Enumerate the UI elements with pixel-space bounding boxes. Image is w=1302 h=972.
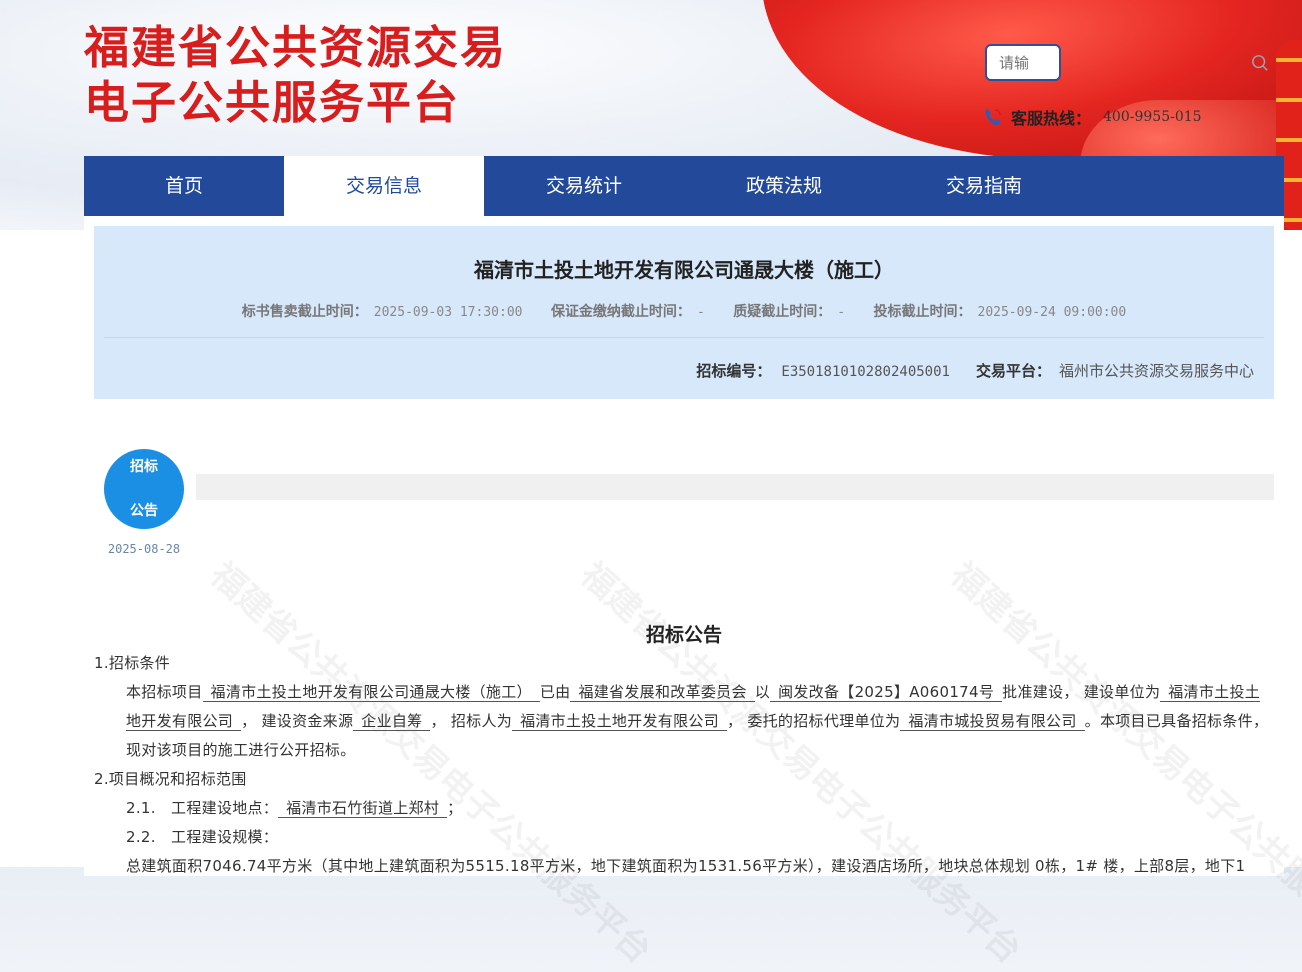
item-number: 2.1. xyxy=(126,799,156,817)
site-title[interactable]: 福建省公共资源交易 电子公共服务平台 xyxy=(84,20,507,130)
text: ， 招标人为 xyxy=(430,712,513,730)
notice-title: 招标公告 xyxy=(645,624,722,646)
section-title: 2.项目概况和招标范围 xyxy=(94,770,247,788)
deadline-value: 2025-09-03 17:30:00 xyxy=(373,305,523,320)
nav-policy[interactable]: 政策法规 xyxy=(684,156,884,216)
item-number: 2.2. xyxy=(126,828,156,846)
deadline-label: 保证金缴纳截止时间： xyxy=(550,304,691,320)
approver-field: 福建省发展和改革委员会 xyxy=(570,683,755,702)
text: 已由 xyxy=(539,683,571,701)
deadline-value: - xyxy=(837,305,846,320)
phone-icon xyxy=(985,109,1001,125)
divider xyxy=(104,337,1264,338)
deadline-item: 保证金缴纳截止时间： - xyxy=(551,304,705,320)
search-icon[interactable] xyxy=(1251,54,1269,72)
search-input[interactable] xyxy=(985,44,1061,81)
stage-label-line1: 招标 xyxy=(130,459,158,475)
nav-guide[interactable]: 交易指南 xyxy=(884,156,1084,216)
text: 批准建设， 建设单位为 xyxy=(1002,683,1161,701)
deadline-value: 2025-09-24 09:00:00 xyxy=(977,305,1127,320)
approval-doc-field: 闽发改备【2025】A060174号 xyxy=(770,683,1003,702)
deadline-item: 投标截止时间： 2025-09-24 09:00:00 xyxy=(874,304,1127,320)
deadline-item: 标书售卖截止时间： 2025-09-03 17:30:00 xyxy=(242,304,523,320)
text: 以 xyxy=(754,683,771,701)
deadline-value: - xyxy=(696,305,705,320)
main-nav: 首页 交易信息 交易统计 政策法规 交易指南 xyxy=(84,156,1284,216)
list-item: 2.1. 工程建设地点： 福清市石竹街道上郑村； xyxy=(94,794,1274,823)
site-title-line1: 福建省公共资源交易 xyxy=(84,21,508,74)
item-label: 工程建设规模： xyxy=(171,828,279,846)
bid-no-value: E3501810102802405001 xyxy=(781,364,950,380)
deadline-item: 质疑截止时间： - xyxy=(733,304,845,320)
text: 本招标项目 xyxy=(126,683,203,701)
item-label: 工程建设地点： xyxy=(171,799,279,817)
notice-body: 1.招标条件 本招标项目 福清市土投土地开发有限公司通晟大楼（施工） 已由 福建省发展… xyxy=(94,649,1274,881)
timeline-bar xyxy=(196,474,1274,500)
stage-date: 2025-08-28 xyxy=(107,542,181,556)
hotline-label: 客服热线： xyxy=(1011,109,1092,128)
deadline-row: 标书售卖截止时间： 2025-09-03 17:30:00 保证金缴纳截止时间： -… xyxy=(94,301,1274,321)
hotline: 客服热线： 400-9955-015 xyxy=(983,105,1202,129)
fund-source-field: 企业自筹 xyxy=(353,712,431,731)
project-name-field: 福清市土投土地开发有限公司通晟大楼（施工） xyxy=(202,683,540,702)
main-content: 福清市土投土地开发有限公司通晟大楼（施工） 标书售卖截止时间： 2025-09-0… xyxy=(84,216,1302,971)
tender-conditions-paragraph: 本招标项目 福清市土投土地开发有限公司通晟大楼（施工） 已由 福建省发展和改革委员会以… xyxy=(94,678,1274,765)
project-title: 福清市土投土地开发有限公司通晟大楼（施工） xyxy=(474,258,894,282)
platform-label: 交易平台： xyxy=(975,362,1051,380)
bid-no-label: 招标编号： xyxy=(696,362,772,380)
text: ， 委托的招标代理单位为 xyxy=(726,712,901,730)
stage-label-line2: 公告 xyxy=(130,503,158,519)
project-meta: 招标编号： E3501810102802405001 交易平台： 福州市公共资源交易服… xyxy=(696,360,1254,381)
deadline-label: 投标截止时间： xyxy=(873,304,972,320)
stage-tender-notice[interactable]: 招标 公告 xyxy=(104,449,184,529)
agent-field: 福清市城投贸易有限公司 xyxy=(900,712,1085,731)
timeline-arrow xyxy=(184,474,196,500)
location-field: 福清市石竹街道上郑村 xyxy=(278,799,448,818)
hotline-number: 400-9955-015 xyxy=(1103,109,1202,125)
section-title: 1.招标条件 xyxy=(94,654,171,672)
nav-trade-stats[interactable]: 交易统计 xyxy=(484,156,684,216)
project-info-panel: 福清市土投土地开发有限公司通晟大楼（施工） 标书售卖截止时间： 2025-09-0… xyxy=(94,226,1274,399)
deadline-label: 质疑截止时间： xyxy=(733,304,832,320)
nav-trade-info[interactable]: 交易信息 xyxy=(284,156,484,216)
text: ； xyxy=(447,799,463,817)
site-title-line2: 电子公共服务平台 xyxy=(84,76,461,129)
deadline-label: 标书售卖截止时间： xyxy=(241,304,368,320)
platform-value: 福州市公共资源交易服务中心 xyxy=(1058,362,1254,380)
list-item: 2.2. 工程建设规模： xyxy=(94,823,1274,852)
nav-home[interactable]: 首页 xyxy=(84,156,284,216)
tenderer-field: 福清市土投土地开发有限公司 xyxy=(512,712,727,731)
text: ， 建设资金来源 xyxy=(241,712,354,730)
